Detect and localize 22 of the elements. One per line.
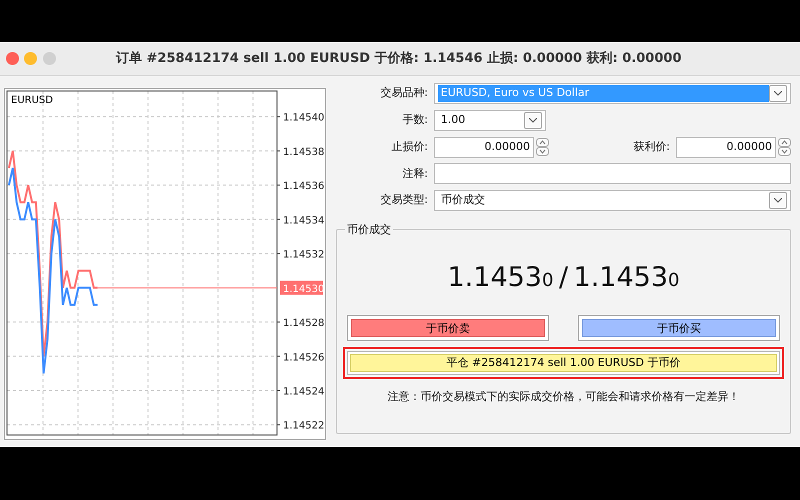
y-tick-label: 1.14528 bbox=[283, 318, 324, 330]
bid-price: 1.14530 bbox=[448, 261, 554, 296]
y-tick-label: 1.14540 bbox=[283, 112, 324, 124]
ask-price: 1.14530 bbox=[574, 261, 680, 296]
y-tick-label: 1.14538 bbox=[283, 146, 324, 158]
field-label: 获利价: bbox=[632, 138, 671, 155]
y-tick-label: 1.14526 bbox=[283, 352, 324, 364]
field-label: 交易类型: bbox=[379, 192, 429, 208]
field-label: 注释: bbox=[401, 166, 429, 182]
y-tick-label: 1.14522 bbox=[283, 420, 324, 432]
note-text: 注意：币价交易模式下的实际成交价格，可能会和请求价格有一定差异！ bbox=[386, 388, 740, 405]
field-label: 手数: bbox=[401, 112, 429, 128]
price-tag: 1.14530 bbox=[280, 280, 324, 295]
price-separator: / bbox=[558, 261, 568, 296]
chart-title: EURUSD bbox=[11, 95, 53, 106]
field-label: 止损价: bbox=[390, 138, 429, 155]
y-tick-label: 1.14534 bbox=[283, 215, 324, 226]
y-tick-label: 1.14524 bbox=[283, 386, 324, 398]
field-label: 交易品种: bbox=[379, 85, 429, 102]
window-title: 订单 #258412174 sell 1.00 EURUSD 于价格: 1.14546 止损: 0.00000 获利: 0.00000 bbox=[114, 50, 682, 68]
y-tick-label: 1.14536 bbox=[283, 181, 324, 192]
y-tick-label: 1.14532 bbox=[283, 250, 324, 261]
